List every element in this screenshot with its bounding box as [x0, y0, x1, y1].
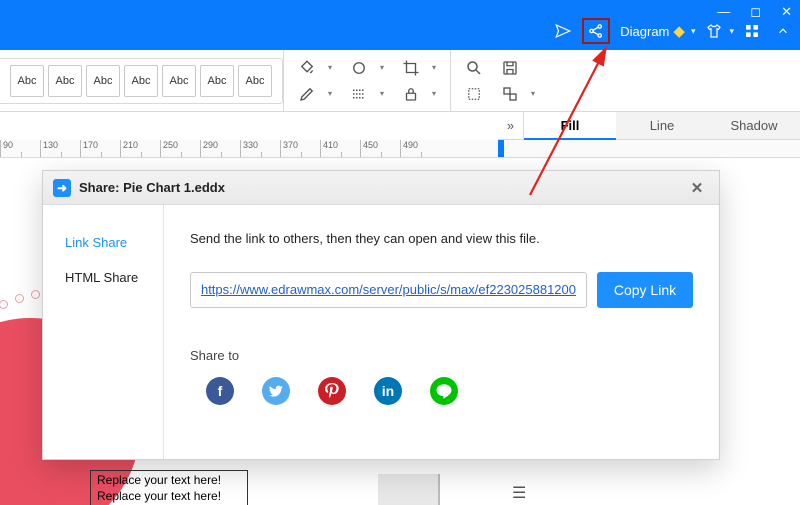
save-icon[interactable]	[501, 59, 519, 77]
apps-icon[interactable]	[744, 18, 760, 44]
pen-icon[interactable]	[298, 85, 316, 103]
property-tabs: » Fill Line Shadow	[0, 112, 800, 140]
chevron-down-icon: ▾	[691, 26, 696, 37]
tab-fill[interactable]: Fill	[524, 112, 616, 140]
copy-link-button[interactable]: Copy Link	[597, 272, 693, 308]
diamond-icon: ◆	[673, 22, 685, 40]
share-icon[interactable]	[582, 18, 610, 44]
shape-icon[interactable]	[350, 59, 368, 77]
minimize-button[interactable]: —	[717, 5, 730, 18]
tab-line[interactable]: Line	[616, 112, 708, 140]
collapse-panel-icon[interactable]: »	[498, 112, 524, 140]
lock-icon[interactable]	[402, 85, 420, 103]
dialog-main: Send the link to others, then they can o…	[164, 205, 719, 459]
dialog-titlebar: ➜ Share: Pie Chart 1.eddx ✕	[43, 171, 719, 205]
fill-icon[interactable]	[298, 59, 316, 77]
share-dialog: ➜ Share: Pie Chart 1.eddx ✕ Link Share H…	[42, 170, 720, 460]
app-logo-icon: ➜	[53, 179, 71, 197]
shape-rect[interactable]	[378, 474, 440, 505]
dialog-title: Share: Pie Chart 1.eddx	[79, 180, 225, 195]
social-buttons: f in	[190, 377, 693, 405]
twitter-icon[interactable]	[262, 377, 290, 405]
sidebar-item-link-share[interactable]: Link Share	[43, 225, 163, 260]
dialog-close-button[interactable]: ✕	[685, 179, 709, 197]
dialog-sidebar: Link Share HTML Share	[43, 205, 164, 459]
line-style-icon[interactable]	[350, 85, 368, 103]
diagram-label: Diagram	[620, 24, 669, 39]
send-icon[interactable]	[554, 18, 572, 44]
titlebar: — ◻ ✕ Diagram ◆ ▾ ▾	[0, 0, 800, 50]
arrange-icon[interactable]	[501, 85, 519, 103]
linkedin-icon[interactable]: in	[374, 377, 402, 405]
text-placeholder[interactable]: Replace your text here! Replace your tex…	[90, 470, 248, 505]
ruler: 90 130 170 210 250 290 330 370 410 450 4…	[0, 140, 800, 158]
diagram-menu[interactable]: Diagram ◆ ▾	[620, 18, 695, 44]
chevron-down-icon: ▾	[729, 26, 734, 37]
text-style-preset-6[interactable]: Abc	[200, 65, 234, 97]
facebook-icon[interactable]: f	[206, 377, 234, 405]
line-icon[interactable]	[430, 377, 458, 405]
select-icon[interactable]	[465, 85, 483, 103]
text-style-preset-7[interactable]: Abc	[238, 65, 272, 97]
sidebar-item-html-share[interactable]: HTML Share	[43, 260, 163, 295]
text-style-preset-1[interactable]: Abc	[10, 65, 44, 97]
share-link-field[interactable]: https://www.edrawmax.com/server/public/s…	[190, 272, 587, 308]
ribbon: Abc Abc Abc Abc Abc Abc Abc ▾ ▾ ▾ ▾ ▾ ▾ …	[0, 50, 800, 112]
ruler-handle[interactable]	[498, 140, 504, 158]
text-style-preset-5[interactable]: Abc	[162, 65, 196, 97]
collapse-ribbon-icon[interactable]	[776, 18, 790, 44]
share-to-label: Share to	[190, 348, 693, 363]
view-group: ▾	[450, 50, 549, 112]
search-icon[interactable]	[465, 59, 483, 77]
close-button[interactable]: ✕	[781, 5, 792, 18]
shirt-menu[interactable]: ▾	[705, 18, 734, 44]
pinterest-icon[interactable]	[318, 377, 346, 405]
shape-format-group: ▾ ▾ ▾ ▾ ▾ ▾	[283, 50, 450, 112]
window-controls: — ◻ ✕	[717, 0, 792, 18]
text-style-preset-2[interactable]: Abc	[48, 65, 82, 97]
text-style-gallery[interactable]: Abc Abc Abc Abc Abc Abc Abc	[0, 58, 283, 104]
text-style-preset-3[interactable]: Abc	[86, 65, 120, 97]
crop-icon[interactable]	[402, 59, 420, 77]
text-style-preset-4[interactable]: Abc	[124, 65, 158, 97]
maximize-button[interactable]: ◻	[750, 5, 761, 18]
tab-shadow[interactable]: Shadow	[708, 112, 800, 140]
share-instruction: Send the link to others, then they can o…	[190, 231, 693, 246]
align-icon[interactable]: ☰	[512, 483, 526, 503]
